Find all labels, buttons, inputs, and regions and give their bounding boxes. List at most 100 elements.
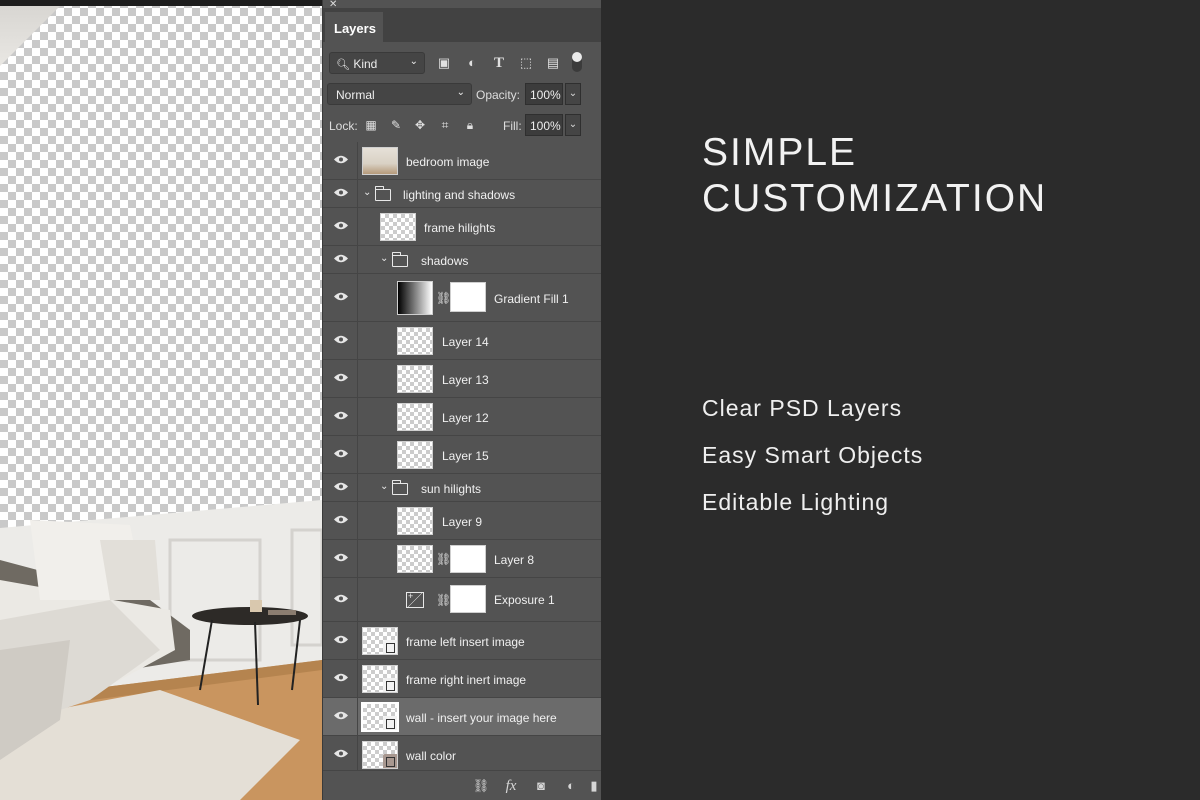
- layer-row-layer-13[interactable]: Layer 13: [323, 360, 602, 398]
- tab-layers[interactable]: Layers: [325, 12, 383, 42]
- filter-kind-select[interactable]: 🔍︎ Kind ⌄: [329, 52, 425, 74]
- lock-image-pixels-icon[interactable]: ✎: [389, 118, 403, 132]
- visibility-toggle[interactable]: [323, 540, 358, 577]
- layer-thumbnail: [380, 213, 416, 241]
- eye-icon: [334, 449, 348, 458]
- layer-row-wall-color[interactable]: wall color: [323, 736, 602, 774]
- type-layer-filter-icon[interactable]: T: [491, 55, 507, 71]
- fill-input[interactable]: 100%: [525, 114, 563, 136]
- visibility-toggle[interactable]: [323, 474, 358, 501]
- link-chain-icon[interactable]: ⛓︎: [436, 592, 451, 608]
- layer-row-layer-15[interactable]: Layer 15: [323, 436, 602, 474]
- layer-name: Layer 13: [442, 373, 489, 387]
- layer-thumbnail: [397, 365, 433, 393]
- blend-mode-value: Normal: [336, 88, 375, 102]
- feature-item: Editable Lighting: [702, 489, 890, 515]
- layer-thumbnail: [397, 441, 433, 469]
- link-chain-icon[interactable]: ⛓︎: [436, 290, 451, 306]
- link-layers-icon[interactable]: ⛓︎: [472, 778, 490, 794]
- feature-item: Easy Smart Objects: [702, 442, 924, 468]
- panel-tab-bar: Layers: [323, 8, 602, 42]
- lock-position-icon[interactable]: ✥: [413, 118, 427, 132]
- layer-row-frame-left-insert-image[interactable]: frame left insert image: [323, 622, 602, 660]
- eye-icon: [334, 188, 348, 197]
- trash-icon[interactable]: ▮: [588, 778, 600, 794]
- eye-icon: [334, 335, 348, 344]
- layer-row-frame-right-inert-image[interactable]: frame right inert image: [323, 660, 602, 698]
- group-expand-chevron-icon[interactable]: ⌄: [363, 187, 371, 198]
- layer-group-sun-hilights[interactable]: ⌄ sun hilights: [323, 474, 602, 502]
- visibility-toggle[interactable]: [323, 502, 358, 539]
- layers-panel: ✕ Layers 🔍︎ Kind ⌄ ▣ ◐ T ⬚ ▤ Normal ⌄ Op…: [322, 0, 602, 800]
- bedroom-scene: [0, 500, 322, 800]
- chevron-down-icon: ⌄: [456, 87, 465, 98]
- layer-thumbnail: [362, 741, 398, 769]
- visibility-toggle[interactable]: [323, 360, 358, 397]
- fill-label: Fill:: [503, 119, 522, 133]
- visibility-toggle[interactable]: [323, 622, 358, 659]
- visibility-toggle[interactable]: [323, 436, 358, 473]
- filter-toggle-switch[interactable]: [572, 52, 582, 72]
- folder-icon: [374, 186, 391, 201]
- search-icon: 🔍︎: [336, 59, 350, 71]
- smart-object-icon: [383, 678, 397, 692]
- promo-panel: SIMPLE CUSTOMIZATION Clear PSD Layers Ea…: [601, 0, 1200, 800]
- adjustment-layer-filter-icon[interactable]: ◐: [464, 55, 480, 71]
- blend-mode-select[interactable]: Normal ⌄: [327, 83, 472, 105]
- layer-row-gradient-fill-1[interactable]: ⛓︎ Gradient Fill 1: [323, 274, 602, 322]
- chevron-down-icon: ⌄: [409, 56, 418, 67]
- group-expand-chevron-icon[interactable]: ⌄: [380, 481, 388, 492]
- new-adjustment-layer-icon[interactable]: ◐: [562, 778, 580, 794]
- pixel-layer-filter-icon[interactable]: ▣: [436, 55, 452, 71]
- visibility-toggle[interactable]: [323, 274, 358, 321]
- document-canvas[interactable]: [0, 0, 322, 800]
- group-expand-chevron-icon[interactable]: ⌄: [380, 253, 388, 264]
- filter-kind-value: Kind: [353, 57, 378, 71]
- layer-row-exposure-1[interactable]: + ⛓︎ Exposure 1: [323, 578, 602, 622]
- layer-name: Layer 8: [494, 553, 535, 567]
- layer-list: bedroom image ⌄ lighting and shadows fra…: [323, 142, 602, 774]
- visibility-toggle[interactable]: [323, 180, 358, 207]
- layer-row-frame-hilights[interactable]: frame hilights: [323, 208, 602, 246]
- visibility-toggle[interactable]: [323, 660, 358, 697]
- lock-artboard-icon[interactable]: ⌗: [438, 118, 452, 132]
- layer-row-layer-8[interactable]: ⛓︎ Layer 8: [323, 540, 602, 578]
- visibility-toggle[interactable]: [323, 322, 358, 359]
- link-chain-icon[interactable]: ⛓︎: [436, 551, 451, 567]
- visibility-toggle[interactable]: [323, 736, 358, 773]
- smart-object-filter-icon[interactable]: ▤: [545, 55, 561, 71]
- layer-name: wall - insert your image here: [406, 711, 557, 725]
- filter-row: 🔍︎ Kind ⌄ ▣ ◐ T ⬚ ▤: [323, 48, 602, 78]
- eye-icon: [334, 373, 348, 382]
- visibility-toggle[interactable]: [323, 142, 358, 179]
- lock-transparent-pixels-icon[interactable]: ▦: [364, 118, 378, 132]
- layer-row-layer-14[interactable]: Layer 14: [323, 322, 602, 360]
- lock-all-icon[interactable]: 🔒︎: [463, 118, 477, 132]
- layer-row-bedroom-image[interactable]: bedroom image: [323, 142, 602, 180]
- layer-group-lighting-and-shadows[interactable]: ⌄ lighting and shadows: [323, 180, 602, 208]
- visibility-toggle[interactable]: [323, 578, 358, 621]
- layer-group-shadows[interactable]: ⌄ shadows: [323, 246, 602, 274]
- layer-row-layer-9[interactable]: Layer 9: [323, 502, 602, 540]
- opacity-input[interactable]: 100%: [525, 83, 563, 105]
- visibility-toggle[interactable]: [323, 208, 358, 245]
- layer-mask-thumbnail: [450, 545, 486, 573]
- visibility-toggle[interactable]: [323, 398, 358, 435]
- add-mask-icon[interactable]: ◙: [532, 778, 550, 794]
- layer-row-layer-12[interactable]: Layer 12: [323, 398, 602, 436]
- eye-icon: [334, 292, 348, 301]
- layer-row-wall-insert-image[interactable]: wall - insert your image here: [323, 698, 602, 736]
- fill-dropdown-button[interactable]: ⌄: [565, 114, 581, 136]
- shape-layer-filter-icon[interactable]: ⬚: [518, 55, 534, 71]
- lock-label: Lock:: [329, 119, 358, 133]
- opacity-dropdown-button[interactable]: ⌄: [565, 83, 581, 105]
- eye-icon: [334, 635, 348, 644]
- layer-name: sun hilights: [421, 482, 482, 496]
- layer-name: frame hilights: [424, 221, 496, 235]
- layer-name: Gradient Fill 1: [494, 292, 569, 306]
- visibility-toggle[interactable]: [323, 698, 358, 735]
- layer-name: Layer 12: [442, 411, 489, 425]
- fx-effects-icon[interactable]: fx: [502, 778, 520, 794]
- visibility-toggle[interactable]: [323, 246, 358, 273]
- eye-icon: [334, 155, 348, 164]
